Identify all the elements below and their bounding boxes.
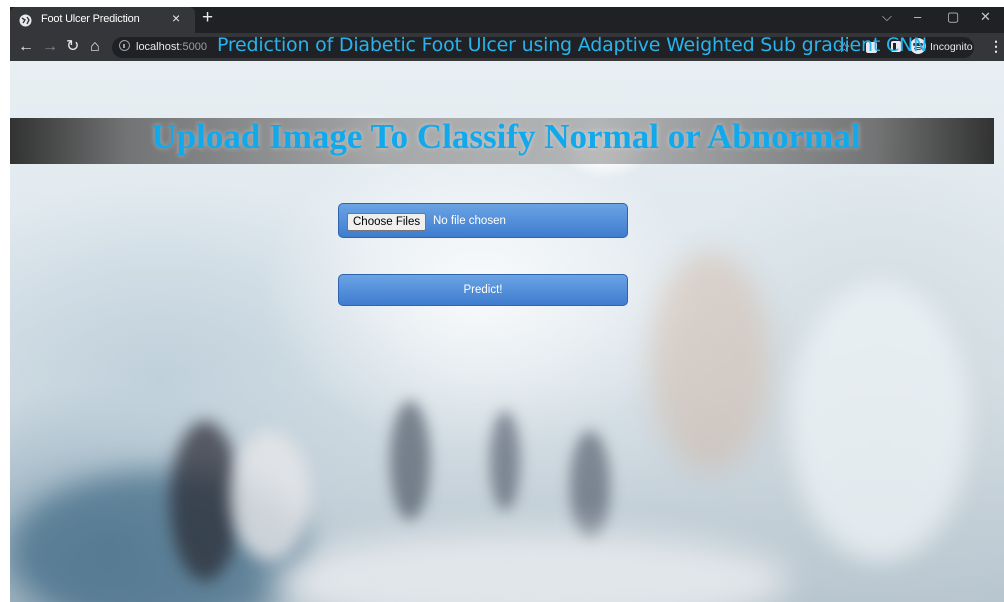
- globe-icon: [19, 14, 32, 27]
- predict-button[interactable]: Predict!: [338, 274, 628, 306]
- choose-files-button[interactable]: Choose Files: [347, 213, 427, 231]
- background-wall: [790, 281, 970, 561]
- close-window-icon[interactable]: ✕: [980, 9, 991, 25]
- new-tab-icon[interactable]: +: [202, 8, 213, 28]
- background-person: [490, 411, 520, 511]
- page-title: Prediction of Diabetic Foot Ulcer using …: [216, 34, 928, 56]
- background-floor: [270, 531, 790, 602]
- background-person: [570, 431, 610, 541]
- background-person: [390, 401, 430, 521]
- banner-heading: Upload Image To Classify Normal or Abnor…: [151, 117, 861, 156]
- tab-close-icon[interactable]: ×: [172, 10, 180, 26]
- minimize-icon[interactable]: –: [914, 9, 921, 25]
- background-person: [230, 431, 310, 561]
- background-wall: [650, 251, 770, 471]
- maximize-icon[interactable]: ▢: [947, 9, 959, 25]
- tab-title: Foot Ulcer Prediction: [41, 13, 140, 25]
- tab-search-icon[interactable]: ⌵: [882, 9, 892, 25]
- file-status-text: No file chosen: [433, 215, 506, 227]
